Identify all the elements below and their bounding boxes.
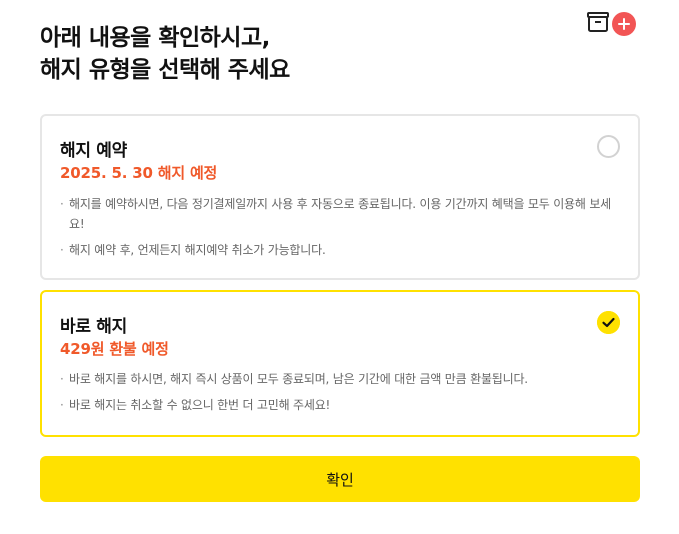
page-title: 아래 내용을 확인하시고, 해지 유형을 선택해 주세요 bbox=[40, 22, 600, 86]
option-notes: 해지를 예약하시면, 다음 정기결제일까지 사용 후 자동으로 종료됩니다. 이… bbox=[60, 194, 620, 266]
note-item: 해지 예약 후, 언제든지 해지예약 취소가 가능합니다. bbox=[60, 240, 620, 260]
radio-checked-icon[interactable] bbox=[597, 311, 620, 334]
option-card-immediate-cancel[interactable]: 바로 해지 429원 환불 예정 바로 해지를 하시면, 해지 즉시 상품이 모… bbox=[40, 290, 640, 437]
option-title: 해지 예약 bbox=[60, 141, 127, 161]
note-item: 바로 해지를 하시면, 해지 즉시 상품이 모두 종료되며, 남은 기간에 대한… bbox=[60, 369, 620, 389]
note-item: 바로 해지는 취소할 수 없으니 한번 더 고민해 주세요! bbox=[60, 395, 620, 415]
confirm-button[interactable]: 확인 bbox=[40, 456, 640, 502]
option-title: 바로 해지 bbox=[60, 317, 127, 337]
page-title-line-2: 해지 유형을 선택해 주세요 bbox=[40, 57, 290, 83]
option-subtitle: 429원 환불 예정 bbox=[60, 340, 169, 358]
cancel-subscription-page: 아래 내용을 확인하시고, 해지 유형을 선택해 주세요 해지 예약 2025.… bbox=[0, 0, 679, 534]
option-card-reserve-cancel[interactable]: 해지 예약 2025. 5. 30 해지 예정 해지를 예약하시면, 다음 정기… bbox=[40, 114, 640, 280]
radio-unchecked-icon[interactable] bbox=[597, 135, 620, 158]
checkmark-icon bbox=[597, 311, 620, 334]
option-notes: 바로 해지를 하시면, 해지 즉시 상품이 모두 종료되며, 남은 기간에 대한… bbox=[60, 369, 620, 421]
plus-circle-icon bbox=[612, 12, 636, 36]
option-subtitle: 2025. 5. 30 해지 예정 bbox=[60, 164, 218, 182]
page-title-line-1: 아래 내용을 확인하시고, bbox=[40, 25, 270, 51]
note-item: 해지를 예약하시면, 다음 정기결제일까지 사용 후 자동으로 종료됩니다. 이… bbox=[60, 194, 620, 234]
